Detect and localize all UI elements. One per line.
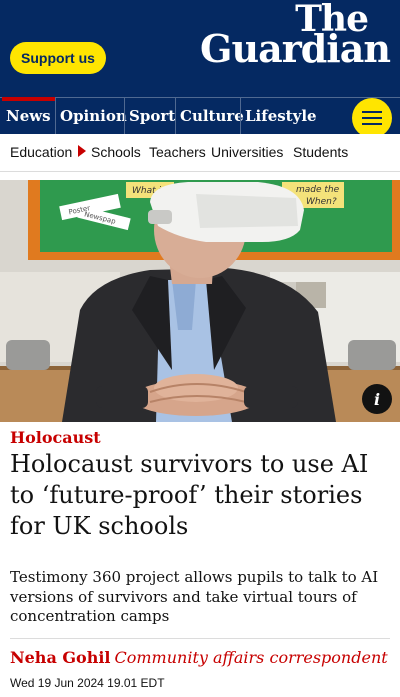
menu-bar: [362, 117, 382, 119]
pillar-nav: News Opinion Sport Culture Lifestyle: [0, 97, 400, 134]
hero-illustration: What is Poster Newspap made the When?: [0, 180, 400, 422]
subnav-students[interactable]: Students: [293, 144, 348, 160]
menu-bar: [362, 123, 382, 125]
sub-nav: Education Schools Teachers Universities …: [0, 134, 400, 172]
subnav-universities[interactable]: Universities: [211, 144, 283, 160]
board-text: When?: [306, 197, 337, 207]
logo-line-guardian: Guardian: [200, 26, 391, 71]
publish-date: Wed 19 Jun 2024 19.01 EDT: [10, 676, 165, 690]
article-kicker[interactable]: Holocaust: [10, 428, 101, 447]
triangle-right-icon: [78, 145, 86, 157]
pillar-opinion[interactable]: Opinion: [55, 98, 131, 134]
pillar-culture[interactable]: Culture: [175, 98, 248, 134]
hero-image: What is Poster Newspap made the When?: [0, 180, 400, 422]
pillar-sport[interactable]: Sport: [124, 98, 179, 134]
guardian-logo[interactable]: The Guardian: [200, 1, 391, 71]
hamburger-menu-icon[interactable]: [352, 98, 392, 138]
divider: [10, 638, 390, 639]
author-link[interactable]: Neha Gohil: [10, 648, 111, 667]
article-standfirst: Testimony 360 project allows pupils to t…: [10, 568, 379, 625]
pillar-news[interactable]: News: [2, 97, 55, 134]
info-icon[interactable]: i: [362, 384, 392, 414]
subnav-schools[interactable]: Schools: [91, 144, 141, 160]
author-role: Community affairs correspondent: [114, 648, 388, 667]
support-us-button[interactable]: Support us: [10, 42, 106, 74]
pillar-lifestyle[interactable]: Lifestyle: [240, 98, 321, 134]
subnav-teachers[interactable]: Teachers: [149, 144, 206, 160]
menu-bar: [362, 111, 382, 113]
byline: Neha Gohil Community affairs corresponden…: [10, 648, 388, 667]
subnav-education[interactable]: Education: [10, 144, 72, 160]
board-text: made the: [296, 185, 340, 195]
article-headline: Holocaust survivors to use AI to ‘future…: [10, 450, 369, 540]
